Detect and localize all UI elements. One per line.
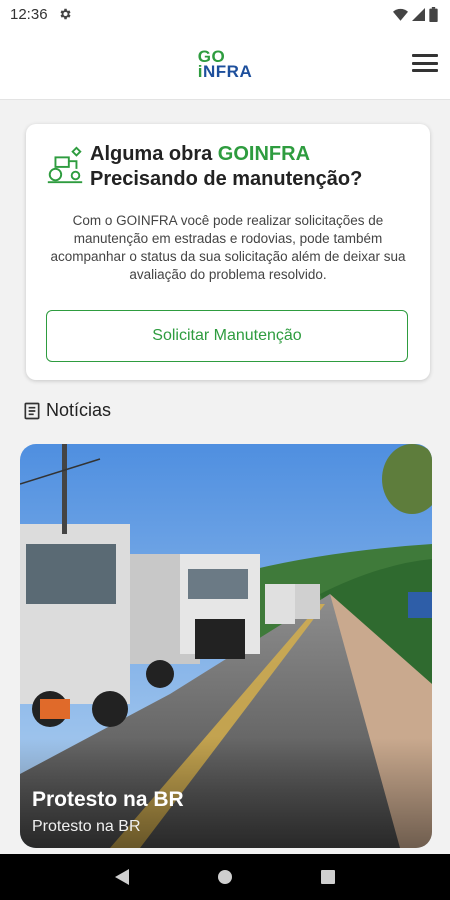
menu-button[interactable] <box>412 52 438 74</box>
menu-icon-bar <box>412 69 438 72</box>
status-left: 12:36 <box>10 6 72 23</box>
recents-button[interactable] <box>313 862 343 892</box>
menu-icon-bar <box>412 54 438 57</box>
card-title-brand: GOINFRA <box>217 143 311 165</box>
status-bar: 12:36 <box>0 0 450 28</box>
back-button[interactable] <box>107 862 137 892</box>
logo-infra-rest: NFRA <box>203 61 253 81</box>
menu-icon-bar <box>412 61 438 65</box>
news-subtitle: Protesto na BR <box>32 818 141 835</box>
news-title: Protesto na BR <box>32 788 184 811</box>
status-time: 12:36 <box>10 5 48 23</box>
request-maintenance-button[interactable]: Solicitar Manutenção <box>46 310 408 362</box>
maintenance-card: Alguma obra GOINFRA Precisando de manute… <box>26 124 430 380</box>
card-title-line2: Precisando de manutenção? <box>90 168 363 190</box>
card-title: Alguma obra GOINFRA Precisando de manute… <box>90 142 362 192</box>
card-description: Com o GOINFRA você pode realizar solicit… <box>50 213 406 282</box>
battery-icon <box>429 6 438 22</box>
news-heading-label: Notícias <box>46 400 112 420</box>
card-title-prefix: Alguma obra <box>90 143 218 165</box>
wifi-icon <box>393 8 408 21</box>
home-button[interactable] <box>210 862 240 892</box>
document-icon <box>24 402 40 419</box>
status-right <box>393 6 438 22</box>
signal-icon <box>412 7 425 21</box>
recents-icon <box>321 870 336 884</box>
news-heading: Notícias <box>22 400 111 421</box>
app-header: GO iNFRA <box>0 28 450 100</box>
gear-icon <box>60 8 71 20</box>
card-header: Alguma obra GOINFRA Precisando de manute… <box>26 124 430 192</box>
logo-infra: iNFRA <box>198 61 253 81</box>
home-icon <box>217 870 232 884</box>
back-icon <box>114 869 129 885</box>
tractor-icon <box>47 146 83 184</box>
goinfra-logo: GO iNFRA <box>198 48 253 81</box>
system-nav-bar <box>0 854 450 900</box>
news-card[interactable]: Protesto na BR Protesto na BR <box>20 444 432 848</box>
